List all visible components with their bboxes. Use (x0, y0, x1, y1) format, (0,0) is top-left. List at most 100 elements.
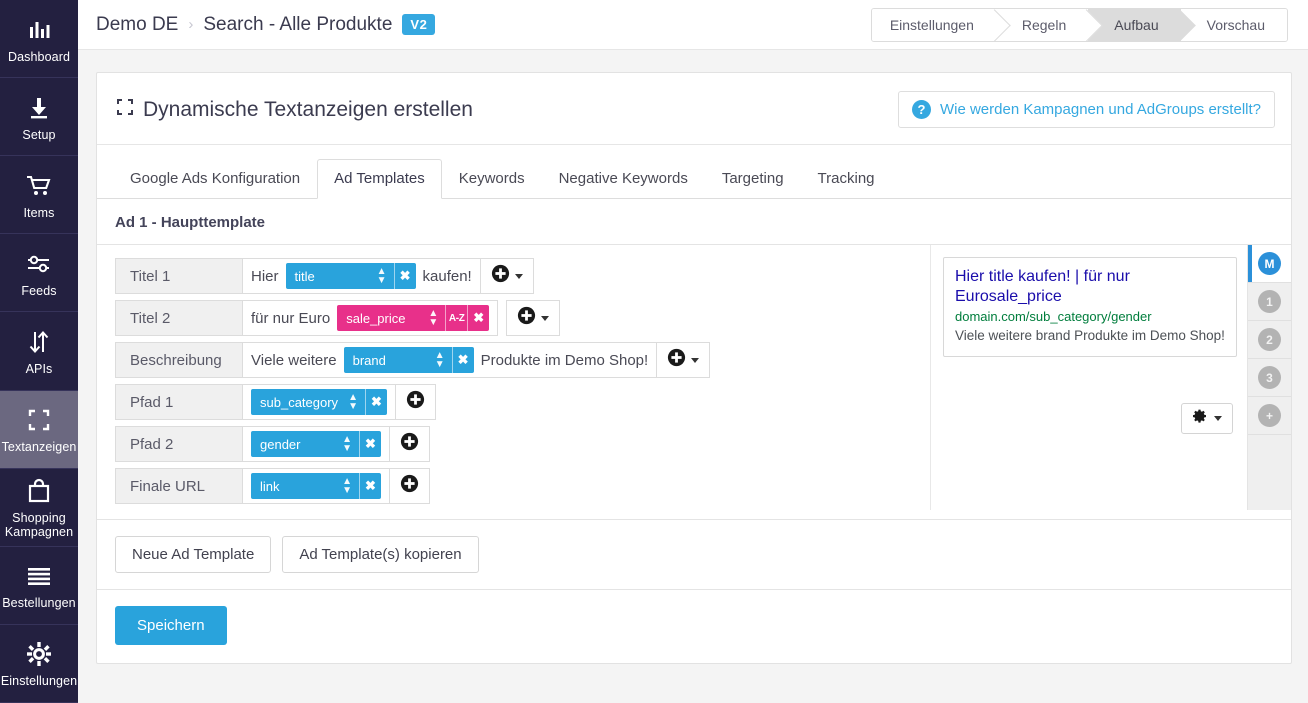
template-tab-1[interactable]: 1 (1248, 283, 1291, 321)
template-tab-2[interactable]: 2 (1248, 321, 1291, 359)
template-row: Beschreibung Viele weitere brand ▲ ▼ ✖ Produkt… (115, 342, 930, 378)
template-tab-m[interactable]: M (1248, 245, 1291, 283)
row-label: Beschreibung (115, 342, 243, 378)
breadcrumb-root[interactable]: Demo DE (96, 14, 178, 36)
tab-negative-keywords[interactable]: Negative Keywords (542, 159, 705, 199)
field-chip-select[interactable]: gender ▲ ▼ (251, 431, 359, 457)
remove-field-button[interactable]: ✖ (467, 305, 490, 331)
new-ad-template-button[interactable]: Neue Ad Template (115, 536, 272, 573)
ad-preview: Hier title kaufen! | für nur Eurosale_pr… (943, 257, 1237, 357)
template-row: Titel 2 für nur Euro sale_price ▲ ▼ A-Z ✖ (115, 300, 930, 336)
sidebar-item-label: Shopping Kampagnen (4, 511, 74, 540)
row-body: Viele weitere brand ▲ ▼ ✖ Produkte im Demo Sh… (243, 342, 658, 378)
wizard-step-einstellungen[interactable]: Einstellungen (871, 8, 996, 41)
chevron-down-icon (691, 357, 700, 363)
sidebar-item-label: APIs (25, 361, 53, 376)
tab-ad-templates[interactable]: Ad Templates (317, 159, 442, 199)
field-chip-value: gender (260, 436, 301, 452)
chevron-updown-icon: ▲ ▼ (342, 434, 352, 454)
gear-icon (1192, 408, 1208, 429)
remove-field-button[interactable]: ✖ (359, 473, 381, 499)
add-field-button[interactable] (390, 426, 430, 462)
chevron-down-icon (1214, 416, 1222, 421)
main-area: Demo DE › Search - Alle Produkte V2 Eins… (78, 0, 1308, 703)
field-chip-value: sale_price (346, 310, 406, 326)
save-button[interactable]: Speichern (115, 606, 227, 645)
template-rail: M 1 2 3 + (1247, 245, 1291, 510)
sidebar-item-shopping-kampagnen[interactable]: Shopping Kampagnen (0, 469, 78, 547)
field-chip-select[interactable]: link ▲ ▼ (251, 473, 359, 499)
template-actions: Neue Ad Template Ad Template(s) kopieren (97, 519, 1291, 589)
remove-field-button[interactable]: ✖ (393, 263, 416, 289)
help-button-label: Wie werden Kampagnen und AdGroups erstel… (939, 101, 1261, 118)
sidebar-item-einstellungen[interactable]: Einstellungen (0, 625, 78, 703)
field-chip: brand ▲ ▼ ✖ (343, 347, 474, 373)
field-chip-select[interactable]: sub_category ▲ ▼ (251, 389, 365, 415)
sidebar-item-feeds[interactable]: Feeds (0, 234, 78, 313)
sidebar-item-label: Setup (22, 127, 56, 142)
row-body: gender ▲ ▼ ✖ (243, 426, 390, 462)
bar-chart-icon (26, 14, 52, 46)
row-body: für nur Euro sale_price ▲ ▼ A-Z ✖ (243, 300, 499, 336)
wizard-step-vorschau[interactable]: Vorschau (1180, 8, 1287, 41)
wizard-step-label: Einstellungen (889, 16, 974, 33)
card-title-text: Dynamische Textanzeigen erstellen (143, 97, 473, 121)
add-field-button[interactable] (506, 300, 561, 336)
tab-keywords[interactable]: Keywords (442, 159, 542, 199)
tab-tracking[interactable]: Tracking (801, 159, 892, 199)
row-label: Finale URL (115, 468, 243, 504)
chevron-updown-icon: ▲ ▼ (348, 392, 358, 412)
field-chip-value: link (260, 478, 280, 494)
template-rows: Titel 1 Hier title ▲ ▼ ✖ kaufen! Titel 2 für nur… (97, 245, 930, 510)
field-chip-select[interactable]: sale_price ▲ ▼ (337, 305, 446, 331)
wizard-step-label: Aufbau (1114, 16, 1159, 33)
rail-badge: 3 (1258, 366, 1281, 389)
section-title: Ad 1 - Haupttemplate (115, 214, 266, 231)
sidebar-item-items[interactable]: Items (0, 156, 78, 235)
preview-settings-button[interactable] (1181, 403, 1233, 434)
app-root: Dashboard Setup Items Feeds APIs Textanzeigen… (0, 0, 1308, 703)
ad-template-card: Dynamische Textanzeigen erstellen ? Wie … (96, 72, 1292, 664)
sidebar-item-setup[interactable]: Setup (0, 78, 78, 157)
remove-field-button[interactable]: ✖ (364, 389, 387, 415)
ad-preview-panel: Hier title kaufen! | für nur Eurosale_pr… (930, 245, 1247, 510)
rail-spacer (1248, 435, 1291, 510)
sidebar-item-dashboard[interactable]: Dashboard (0, 0, 78, 79)
field-chip-select[interactable]: brand ▲ ▼ (343, 347, 452, 373)
sidebar-item-label: Bestellungen (2, 596, 76, 611)
sidebar-item-apis[interactable]: APIs (0, 312, 78, 391)
template-tab-3[interactable]: 3 (1248, 359, 1291, 397)
plus-circle-icon (491, 264, 510, 288)
sort-az-button[interactable]: A-Z (445, 305, 468, 331)
preview-description: Viele weitere brand Produkte im Demo Sho… (955, 328, 1225, 343)
rail-badge: 2 (1258, 328, 1281, 351)
add-field-button[interactable] (395, 384, 436, 420)
template-row: Finale URL link ▲ ▼ ✖ (115, 468, 930, 504)
sidebar-item-bestellungen[interactable]: Bestellungen (0, 547, 78, 625)
add-field-button[interactable] (657, 342, 711, 378)
add-field-button[interactable] (480, 258, 534, 294)
breadcrumb: Demo DE › Search - Alle Produkte V2 (96, 14, 436, 36)
arrows-updown-icon (26, 326, 52, 358)
sidebar-item-textanzeigen[interactable]: Textanzeigen (0, 390, 78, 469)
tab-targeting[interactable]: Targeting (705, 159, 801, 199)
remove-field-button[interactable]: ✖ (359, 431, 381, 457)
row-label: Titel 1 (115, 258, 243, 294)
row-prefix-text: für nur Euro (251, 309, 331, 327)
row-prefix-text: Hier (251, 267, 279, 285)
row-body: link ▲ ▼ ✖ (243, 468, 390, 504)
add-field-button[interactable] (390, 468, 430, 504)
chevron-down-icon (541, 315, 550, 321)
sidebar-item-label: Items (23, 205, 55, 220)
field-chip-select[interactable]: title ▲ ▼ (285, 263, 394, 289)
plus-circle-icon (400, 474, 419, 498)
tab-google-ads-konfiguration[interactable]: Google Ads Konfiguration (113, 159, 317, 199)
remove-field-button[interactable]: ✖ (451, 347, 474, 373)
sidebar-item-label: Feeds (21, 283, 57, 298)
help-button[interactable]: ? Wie werden Kampagnen und AdGroups erst… (897, 91, 1275, 128)
rail-badge: M (1258, 252, 1281, 275)
row-prefix-text: Viele weitere (251, 351, 337, 369)
add-template-button[interactable]: + (1248, 397, 1291, 435)
row-label: Pfad 1 (115, 384, 243, 420)
copy-ad-template-button[interactable]: Ad Template(s) kopieren (282, 536, 479, 573)
